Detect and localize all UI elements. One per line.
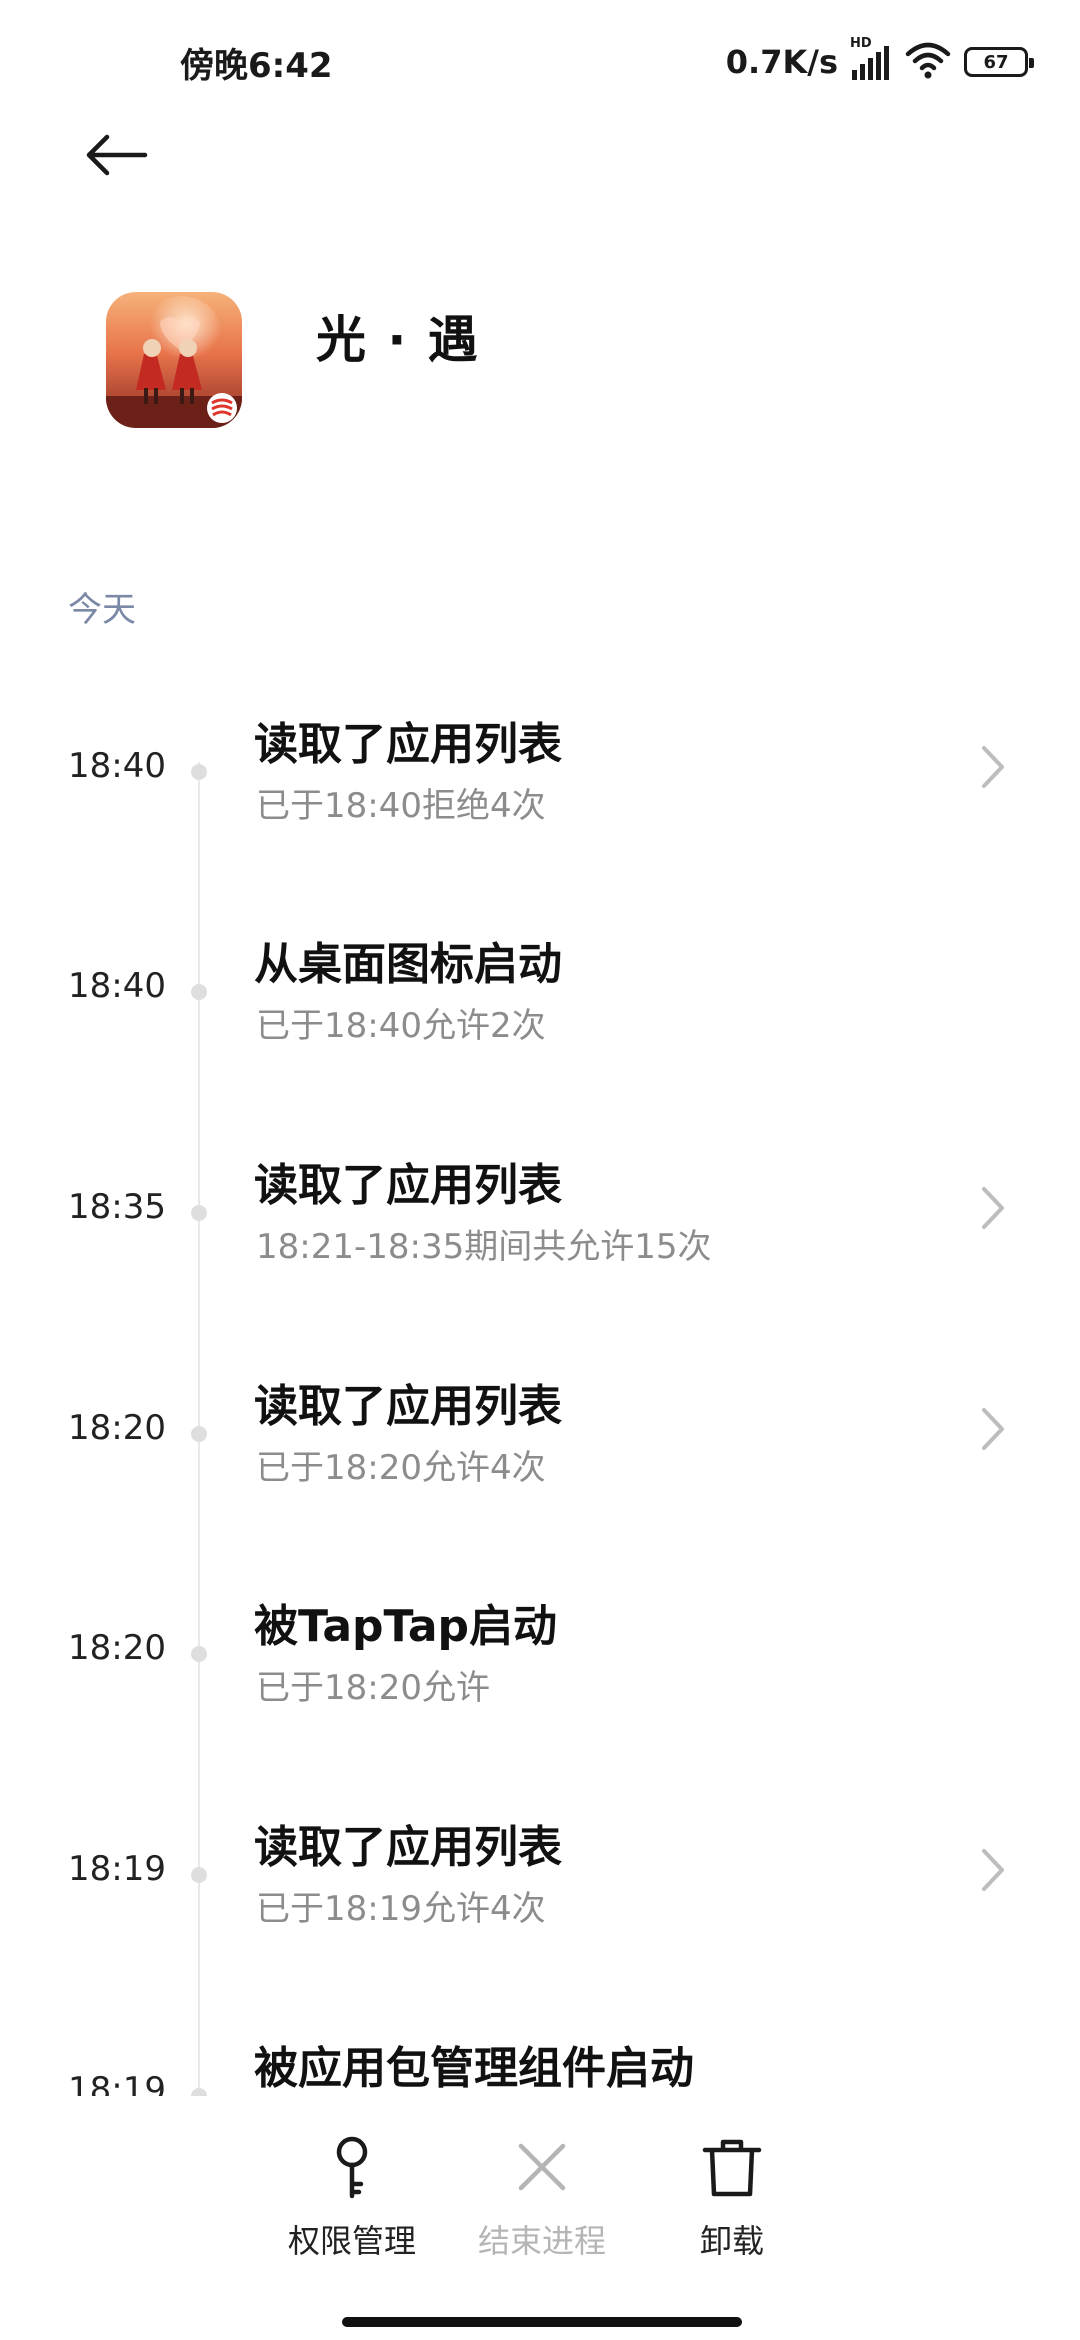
- record-time: 18:20: [68, 1408, 166, 1448]
- chevron-right-icon: [982, 1408, 1004, 1450]
- chevron-right-icon: [982, 746, 1004, 788]
- screen: 傍晚6:42 0.7K/s HD 67 光 · 遇 今天 18:40 读取了应用…: [0, 0, 1080, 2340]
- signal-icon: HD: [850, 36, 892, 82]
- chevron-right-icon: [982, 1187, 1004, 1229]
- record-time: 18:19: [68, 1849, 166, 1889]
- record-subtitle: 已于18:19允许4次: [256, 1889, 546, 1929]
- timeline-dot: [191, 1426, 207, 1442]
- uninstall-label: 卸载: [699, 2222, 764, 2260]
- record-title: 从桌面图标启动: [254, 939, 562, 990]
- section-header-today: 今天: [68, 590, 136, 630]
- record-item[interactable]: 18:35 读取了应用列表 18:21-18:35期间共允许15次: [0, 1129, 1080, 1349]
- trash-icon: [702, 2139, 762, 2197]
- back-arrow-icon: [86, 134, 148, 176]
- status-time: 傍晚6:42: [180, 46, 333, 86]
- record-item[interactable]: 18:20 被TapTap启动 已于18:20允许: [0, 1570, 1080, 1790]
- home-indicator[interactable]: [342, 2317, 742, 2327]
- end-process-button[interactable]: 结束进程: [442, 2132, 642, 2262]
- record-item[interactable]: 18:40 读取了应用列表 已于18:40拒绝4次: [0, 688, 1080, 908]
- record-title: 被TapTap启动: [254, 1601, 558, 1652]
- timeline-dot: [191, 764, 207, 780]
- record-title: 读取了应用列表: [254, 1160, 562, 1211]
- status-bar: 傍晚6:42 0.7K/s HD 67: [0, 0, 1080, 120]
- record-item[interactable]: 18:20 读取了应用列表 已于18:20允许4次: [0, 1350, 1080, 1570]
- permission-management-label: 权限管理: [287, 2222, 416, 2260]
- timeline-dot: [191, 1646, 207, 1662]
- app-icon: [106, 292, 242, 428]
- record-time: 18:40: [68, 966, 166, 1006]
- wifi-icon: [904, 40, 952, 84]
- back-button[interactable]: [78, 122, 154, 188]
- battery-level: 67: [983, 51, 1009, 73]
- app-name: 光 · 遇: [316, 311, 480, 369]
- network-speed: 0.7K/s: [725, 43, 838, 81]
- permission-management-button[interactable]: 权限管理: [252, 2132, 452, 2262]
- bottom-action-bar: 权限管理 结束进程 卸载: [0, 2096, 1080, 2340]
- timeline-dot: [191, 1205, 207, 1221]
- timeline-dot: [191, 1867, 207, 1883]
- uninstall-button[interactable]: 卸载: [632, 2132, 832, 2262]
- record-title: 被应用包管理组件启动: [254, 2043, 694, 2094]
- record-time: 18:20: [68, 1628, 166, 1668]
- record-title: 读取了应用列表: [254, 1822, 562, 1873]
- battery-icon: 67: [964, 47, 1034, 77]
- record-title: 读取了应用列表: [254, 1381, 562, 1432]
- record-subtitle: 已于18:20允许4次: [256, 1448, 546, 1488]
- key-icon: [336, 2136, 368, 2199]
- end-process-label: 结束进程: [477, 2222, 606, 2260]
- record-time: 18:35: [68, 1187, 166, 1227]
- record-item[interactable]: 18:40 从桌面图标启动 已于18:40允许2次: [0, 908, 1080, 1128]
- record-subtitle: 已于18:40允许2次: [256, 1006, 546, 1046]
- record-item[interactable]: 18:19 读取了应用列表 已于18:19允许4次: [0, 1791, 1080, 2011]
- record-item[interactable]: 18:19 被应用包管理组件启动: [0, 2012, 1080, 2108]
- hd-tag: HD: [850, 36, 872, 51]
- chevron-right-icon: [982, 1849, 1004, 1891]
- close-x-icon: [518, 2143, 566, 2191]
- timeline-list: 18:40 读取了应用列表 已于18:40拒绝4次 18:40 从桌面图标启动 …: [0, 688, 1080, 2108]
- status-indicators: 0.7K/s HD 67: [725, 36, 1034, 86]
- record-title: 读取了应用列表: [254, 719, 562, 770]
- record-subtitle: 已于18:40拒绝4次: [256, 786, 546, 826]
- timeline-dot: [191, 984, 207, 1000]
- record-time: 18:40: [68, 746, 166, 786]
- record-subtitle: 18:21-18:35期间共允许15次: [256, 1227, 712, 1267]
- record-subtitle: 已于18:20允许: [256, 1668, 490, 1708]
